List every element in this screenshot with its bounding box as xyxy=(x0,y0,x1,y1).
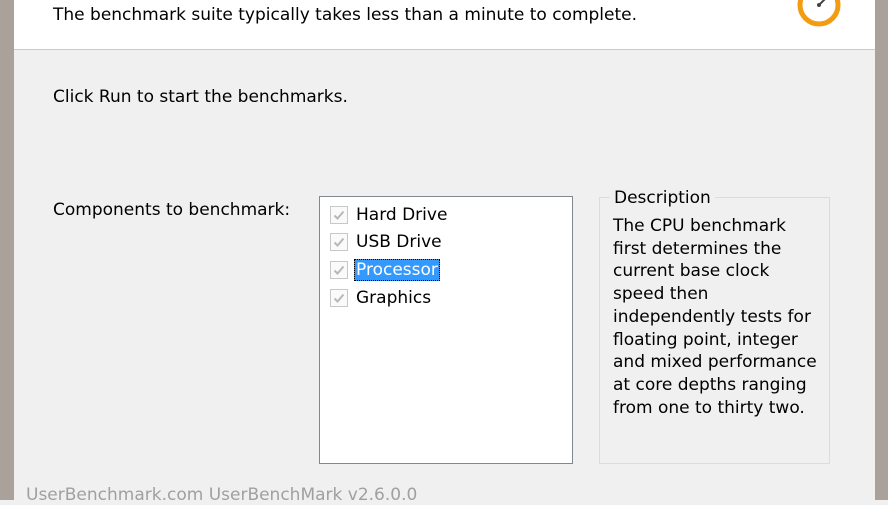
checkmark-icon xyxy=(333,210,345,220)
stopwatch-icon xyxy=(797,0,841,27)
checkbox-processor[interactable] xyxy=(330,261,348,279)
checkbox-graphics[interactable] xyxy=(330,289,348,307)
list-item-hard-drive[interactable]: Hard Drive xyxy=(330,203,449,227)
header-panel: The benchmark suite typically takes less… xyxy=(14,0,875,50)
component-list[interactable]: Hard Drive USB Drive Processor Graphics xyxy=(319,196,573,464)
checkbox-usb-drive[interactable] xyxy=(330,233,348,251)
instruction-text: Click Run to start the benchmarks. xyxy=(53,87,348,107)
checkmark-icon xyxy=(333,237,345,247)
checkbox-hard-drive[interactable] xyxy=(330,206,348,224)
components-label: Components to benchmark: xyxy=(53,200,291,220)
list-item-processor[interactable]: Processor xyxy=(330,258,440,282)
item-label-selected: Processor xyxy=(354,259,440,281)
footer-version: UserBenchmark.com UserBenchMark v2.6.0.0 xyxy=(26,485,418,505)
description-title: Description xyxy=(610,188,715,208)
item-label: Graphics xyxy=(356,288,432,308)
description-text: The CPU benchmark first determines the c… xyxy=(613,216,817,418)
item-label: Hard Drive xyxy=(356,205,448,225)
header-text: The benchmark suite typically takes less… xyxy=(53,5,638,25)
list-item-graphics[interactable]: Graphics xyxy=(330,286,433,310)
checkmark-icon xyxy=(333,265,345,275)
item-label: USB Drive xyxy=(356,232,442,252)
list-item-usb-drive[interactable]: USB Drive xyxy=(330,230,444,254)
checkmark-icon xyxy=(333,293,345,303)
